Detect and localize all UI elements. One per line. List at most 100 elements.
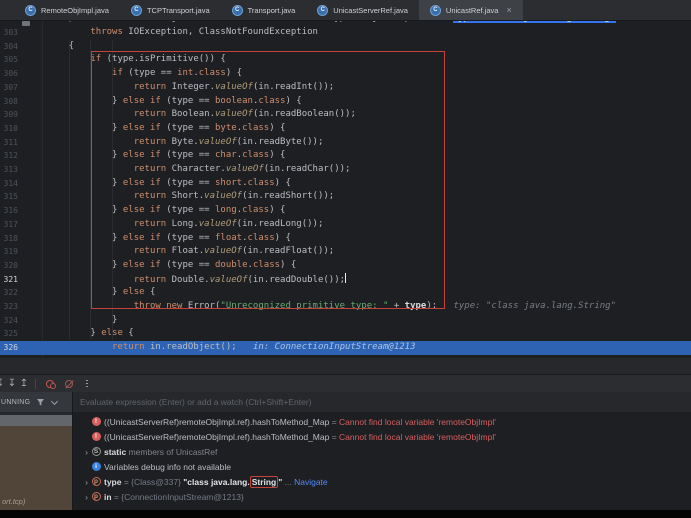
- watch-row[interactable]: ›Sstatic members of UnicastRef: [73, 444, 691, 459]
- watch-row[interactable]: iVariables debug info not available: [73, 459, 691, 474]
- code-token: valueOf: [215, 82, 253, 92]
- code-line[interactable]: 311 return Byte.valueOf(in.readByte());: [0, 136, 691, 150]
- chevron-right-icon[interactable]: ›: [82, 447, 91, 457]
- selected-frame-row[interactable]: [0, 415, 72, 426]
- library-frames-group[interactable]: ort.tcp): [0, 426, 72, 510]
- more-options-icon[interactable]: [86, 380, 88, 388]
- editor-tab[interactable]: CTCPTransport.java: [120, 0, 221, 20]
- code-token: }: [47, 150, 123, 160]
- code-line[interactable]: 304 {: [0, 40, 691, 54]
- line-number[interactable]: 324: [0, 314, 18, 328]
- chevron-right-icon[interactable]: ›: [82, 492, 91, 502]
- line-number[interactable]: 307: [0, 81, 18, 95]
- view-breakpoints-icon[interactable]: [46, 380, 54, 388]
- code-token: (type ==: [161, 96, 215, 106]
- code-line[interactable]: 314 } else if (type == short.class) {: [0, 177, 691, 191]
- line-number[interactable]: 305: [0, 53, 18, 67]
- navigate-link[interactable]: Navigate: [294, 477, 328, 487]
- line-number[interactable]: 306: [0, 67, 18, 81]
- line-number[interactable]: 313: [0, 163, 18, 177]
- code-token: ) {: [285, 96, 301, 106]
- evaluate-expression-input[interactable]: [73, 397, 691, 407]
- watch-text: static members of UnicastRef: [104, 447, 217, 457]
- code-line[interactable]: 324 }: [0, 314, 691, 328]
- line-number[interactable]: 304: [0, 40, 18, 54]
- watch-row[interactable]: ›ptype = {Class@337} "class java.lang.St…: [73, 474, 691, 489]
- editor-tab[interactable]: CTransport.java: [221, 0, 307, 20]
- line-number[interactable]: 308: [0, 95, 18, 109]
- code-token: (in.readInt());: [253, 82, 334, 92]
- watch-row[interactable]: ›pin = {ConnectionInputStream@1213}: [73, 489, 691, 504]
- frames-pane[interactable]: ort.tcp): [0, 412, 73, 510]
- line-number[interactable]: 326: [0, 341, 18, 355]
- line-number[interactable]: 325: [0, 327, 18, 341]
- code-token: class: [242, 150, 269, 160]
- code-line[interactable]: 323 throw new Error("Unrecognized primit…: [0, 300, 691, 314]
- code-line[interactable]: 313 return Character.valueOf(in.readChar…: [0, 163, 691, 177]
- line-number[interactable]: 322: [0, 286, 18, 300]
- code-line[interactable]: 325 } else {: [0, 327, 691, 341]
- editor-tab[interactable]: CUnicastServerRef.java: [306, 0, 419, 20]
- code-line[interactable]: 303 throws IOException, ClassNotFoundExc…: [0, 26, 691, 40]
- line-number[interactable]: 314: [0, 177, 18, 191]
- chevron-down-icon[interactable]: [51, 397, 58, 404]
- code-token: if: [150, 96, 161, 106]
- line-number[interactable]: 319: [0, 245, 18, 259]
- code-line[interactable]: 316 } else if (type == long.class) {: [0, 204, 691, 218]
- code-line[interactable]: 319 return Float.valueOf(in.readFloat())…: [0, 245, 691, 259]
- line-number[interactable]: 303: [0, 26, 18, 40]
- code-line[interactable]: 326 return in.readObject(); in: Connecti…: [0, 341, 691, 355]
- gutter-bookmark-icon[interactable]: [22, 21, 30, 26]
- code-token: class: [242, 123, 269, 133]
- line-number[interactable]: 315: [0, 190, 18, 204]
- line-number[interactable]: 321: [0, 273, 18, 287]
- line-number[interactable]: 309: [0, 108, 18, 122]
- thread-status-cell[interactable]: UNNING: [0, 392, 73, 412]
- code-line[interactable]: 322 } else {: [0, 286, 691, 300]
- code-line[interactable]: 308 } else if (type == boolean.class) {: [0, 95, 691, 109]
- filter-funnel-icon[interactable]: [36, 398, 45, 407]
- line-number[interactable]: 312: [0, 149, 18, 163]
- code-line[interactable]: 306 if (type == int.class) {: [0, 67, 691, 81]
- code-token: in.readObject();: [145, 342, 237, 352]
- code-line[interactable]: 315 return Short.valueOf(in.readShort())…: [0, 190, 691, 204]
- code-line[interactable]: 307 return Integer.valueOf(in.readInt())…: [0, 81, 691, 95]
- code-text: return Float.valueOf(in.readFloat());: [47, 245, 334, 259]
- code-line[interactable]: 305 if (type.isPrimitive()) {: [0, 53, 691, 67]
- mute-breakpoints-icon[interactable]: [65, 380, 73, 388]
- close-tab-icon[interactable]: ×: [506, 6, 511, 15]
- line-number[interactable]: 323: [0, 300, 18, 314]
- code-line[interactable]: 317 return Long.valueOf(in.readLong());: [0, 218, 691, 232]
- line-number[interactable]: 316: [0, 204, 18, 218]
- code-editor[interactable]: 302 protected static Object unmarshalVal…: [0, 20, 691, 358]
- code-token: Error(: [182, 301, 220, 311]
- tab-label: TCPTransport.java: [147, 6, 210, 15]
- watch-text: type = {Class@337} "class java.lang.Stri…: [104, 477, 328, 487]
- code-token: [47, 27, 90, 37]
- arrow-down-to-line-icon[interactable]: ↧: [6, 379, 18, 389]
- watch-text-segment: =: [332, 432, 339, 442]
- code-text: return Byte.valueOf(in.readByte());: [47, 136, 323, 150]
- watch-text: ((UnicastServerRef)remoteObjImpl.ref).ha…: [104, 417, 496, 427]
- code-token: return: [134, 191, 167, 201]
- code-line[interactable]: 320 } else if (type == double.class) {: [0, 259, 691, 273]
- line-number[interactable]: 320: [0, 259, 18, 273]
- line-number[interactable]: 311: [0, 136, 18, 150]
- code-line[interactable]: 312 } else if (type == char.class) {: [0, 149, 691, 163]
- code-line[interactable]: 318 } else if (type == float.class) {: [0, 232, 691, 246]
- line-number[interactable]: 317: [0, 218, 18, 232]
- code-line[interactable]: 321 return Double.valueOf(in.readDouble(…: [0, 273, 691, 287]
- code-line[interactable]: 310 } else if (type == byte.class) {: [0, 122, 691, 136]
- code-token: ) {: [275, 233, 291, 243]
- line-number[interactable]: 318: [0, 232, 18, 246]
- line-number[interactable]: 310: [0, 122, 18, 136]
- chevron-right-icon[interactable]: ›: [82, 477, 91, 487]
- editor-tab[interactable]: CUnicastRef.java×: [419, 0, 523, 20]
- code-text: if (type.isPrimitive()) {: [47, 53, 226, 67]
- watch-row[interactable]: !((UnicastServerRef)remoteObjImpl.ref).h…: [73, 414, 691, 429]
- variables-watches-pane[interactable]: !((UnicastServerRef)remoteObjImpl.ref).h…: [73, 412, 691, 510]
- code-line[interactable]: 309 return Boolean.valueOf(in.readBoolea…: [0, 108, 691, 122]
- watch-row[interactable]: !((UnicastServerRef)remoteObjImpl.ref).h…: [73, 429, 691, 444]
- editor-tab[interactable]: CRemoteObjImpl.java: [14, 0, 120, 20]
- arrow-up-from-line-icon[interactable]: ↥: [18, 379, 30, 389]
